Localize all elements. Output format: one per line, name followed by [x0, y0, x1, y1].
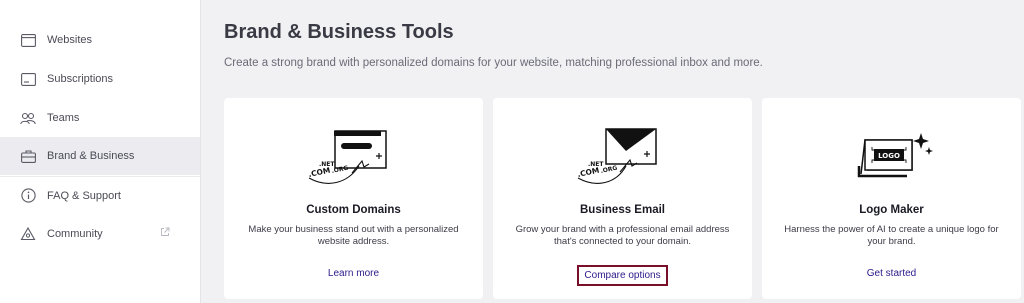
card-description: Harness the power of AI to create a uniq… — [784, 224, 999, 247]
card-business-email: .NET .COM .ORG Business Email Grow your … — [493, 98, 752, 299]
card-title: Logo Maker — [859, 204, 924, 216]
compare-options-link[interactable]: Compare options — [577, 265, 668, 286]
briefcase-icon — [19, 147, 37, 165]
card-custom-domains: .NET .COM .ORG Custom Domains Make your … — [224, 98, 483, 299]
sidebar-item-community[interactable]: Community — [0, 215, 200, 253]
business-email-illustration: .NET .COM .ORG — [493, 126, 752, 190]
sidebar-item-label: Websites — [47, 34, 93, 46]
illustration-com-text: .COM — [576, 166, 600, 179]
sidebar-item-brand-business[interactable]: Brand & Business — [0, 137, 200, 175]
logo-maker-illustration: LOGO — [762, 126, 1021, 190]
sidebar-item-subscriptions[interactable]: Subscriptions — [0, 60, 200, 98]
sidebar-item-teams[interactable]: Teams — [0, 99, 200, 137]
community-icon — [19, 225, 37, 243]
card-title: Business Email — [579, 204, 665, 216]
compare-options-row: Compare options — [493, 265, 752, 286]
custom-domains-illustration: .NET .COM .ORG — [224, 126, 483, 190]
learn-more-row: Learn more — [224, 265, 483, 282]
illustration-logo-text: LOGO — [878, 152, 900, 160]
sidebar-item-label: FAQ & Support — [47, 189, 121, 202]
external-link-icon — [160, 227, 170, 240]
card-title: Custom Domains — [306, 204, 401, 216]
card-description: Grow your brand with a professional emai… — [515, 224, 730, 247]
sidebar-item-label: Teams — [47, 112, 80, 124]
sidebar-item-label: Community — [47, 228, 103, 240]
people-icon — [19, 109, 37, 127]
sidebar-item-faq-support[interactable]: FAQ & Support — [0, 176, 200, 214]
sidebar-item-label: Brand & Business — [47, 150, 135, 162]
sidebar-item-websites[interactable]: Websites — [0, 21, 200, 59]
page-subtitle: Create a strong brand with personalized … — [224, 57, 763, 69]
card-logo-maker: LOGO Logo Maker Harness the power of AI … — [762, 98, 1021, 299]
card-icon — [19, 70, 37, 88]
get-started-link[interactable]: Get started — [862, 265, 921, 282]
card-description: Make your business stand out with a pers… — [248, 224, 459, 247]
browser-window-icon — [19, 31, 37, 49]
info-icon — [19, 187, 37, 205]
sidebar: Websites Subscriptions Teams Brand & Bus… — [0, 0, 201, 303]
illustration-com-text: .COM — [307, 166, 331, 179]
get-started-row: Get started — [762, 265, 1021, 282]
page-title: Brand & Business Tools — [224, 21, 454, 43]
main-content: Brand & Business Tools Create a strong b… — [201, 0, 1024, 303]
learn-more-link[interactable]: Learn more — [323, 265, 384, 282]
sidebar-item-label: Subscriptions — [47, 73, 114, 85]
